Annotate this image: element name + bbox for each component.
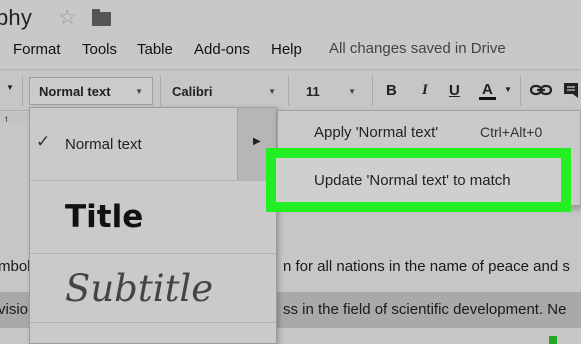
star-icon[interactable]: ☆ bbox=[58, 7, 77, 28]
style-option-label: Title bbox=[65, 199, 144, 235]
toolbar: ▼ Normal text ▼ Calibri ▼ 11 ▼ B I U A ▼ bbox=[0, 69, 581, 111]
document-text-line: visio bbox=[0, 301, 29, 318]
font-size-dropdown[interactable]: 11 ▼ bbox=[296, 77, 366, 105]
toolbar-divider bbox=[288, 76, 289, 106]
toolbar-divider bbox=[22, 76, 23, 106]
folder-icon[interactable] bbox=[92, 9, 111, 26]
style-option-label: Normal text bbox=[65, 136, 142, 153]
comment-icon[interactable] bbox=[563, 82, 579, 98]
chevron-down-icon: ▼ bbox=[268, 87, 276, 96]
checkmark-icon: ✓ bbox=[36, 132, 51, 151]
link-icon[interactable] bbox=[530, 83, 552, 97]
chevron-down-icon[interactable]: ▼ bbox=[6, 83, 14, 92]
font-size-value: 11 bbox=[306, 84, 320, 99]
menu-bar: Format Tools Table Add-ons Help All chan… bbox=[0, 36, 581, 66]
caret-right-icon: ▶ bbox=[253, 136, 261, 147]
toolbar-divider bbox=[160, 76, 161, 106]
text-color-button[interactable]: A bbox=[479, 82, 496, 100]
menu-table[interactable]: Table bbox=[137, 41, 173, 58]
save-status: All changes saved in Drive bbox=[329, 40, 506, 57]
italic-button[interactable]: I bbox=[422, 82, 428, 99]
font-dropdown-value: Calibri bbox=[172, 84, 213, 99]
menu-tools[interactable]: Tools bbox=[82, 41, 117, 58]
style-option-subtitle[interactable]: Subtitle bbox=[30, 254, 276, 323]
toolbar-divider bbox=[372, 76, 373, 106]
style-option-normal-text[interactable]: ✓ Normal text ▶ bbox=[30, 108, 276, 181]
style-option-title[interactable]: Title bbox=[30, 181, 276, 254]
apply-normal-text-shortcut: Ctrl+Alt+0 bbox=[480, 124, 543, 140]
annotation-marker bbox=[549, 336, 557, 344]
font-dropdown[interactable]: Calibri ▼ bbox=[162, 77, 286, 105]
bold-button[interactable]: B bbox=[386, 82, 397, 99]
title-bar: phy ☆ bbox=[0, 0, 581, 36]
style-dropdown[interactable]: Normal text ▼ bbox=[29, 77, 153, 105]
style-dropdown-value: Normal text bbox=[39, 84, 111, 99]
menu-add-ons[interactable]: Add-ons bbox=[194, 41, 250, 58]
document-text-line: mbol bbox=[0, 258, 31, 275]
underline-button[interactable]: U bbox=[449, 82, 460, 99]
document-text-line: n for all nations in the name of peace a… bbox=[283, 258, 570, 275]
apply-normal-text-label: Apply 'Normal text' bbox=[314, 124, 439, 141]
chevron-down-icon[interactable]: ▼ bbox=[504, 85, 512, 94]
document-text-line: ss in the field of scientific developmen… bbox=[283, 301, 567, 318]
style-option-label: Subtitle bbox=[65, 267, 214, 310]
menu-help[interactable]: Help bbox=[271, 41, 302, 58]
apply-normal-text-item[interactable]: Apply 'Normal text' Ctrl+Alt+0 bbox=[278, 111, 581, 153]
toolbar-divider bbox=[520, 76, 521, 106]
chevron-down-icon: ▼ bbox=[348, 87, 356, 96]
paragraph-styles-menu: ✓ Normal text ▶ Title Subtitle bbox=[29, 107, 277, 344]
annotation-highlight-box bbox=[266, 148, 571, 212]
menu-format[interactable]: Format bbox=[13, 41, 61, 58]
document-title[interactable]: phy bbox=[0, 5, 32, 31]
chevron-down-icon: ▼ bbox=[135, 87, 143, 96]
